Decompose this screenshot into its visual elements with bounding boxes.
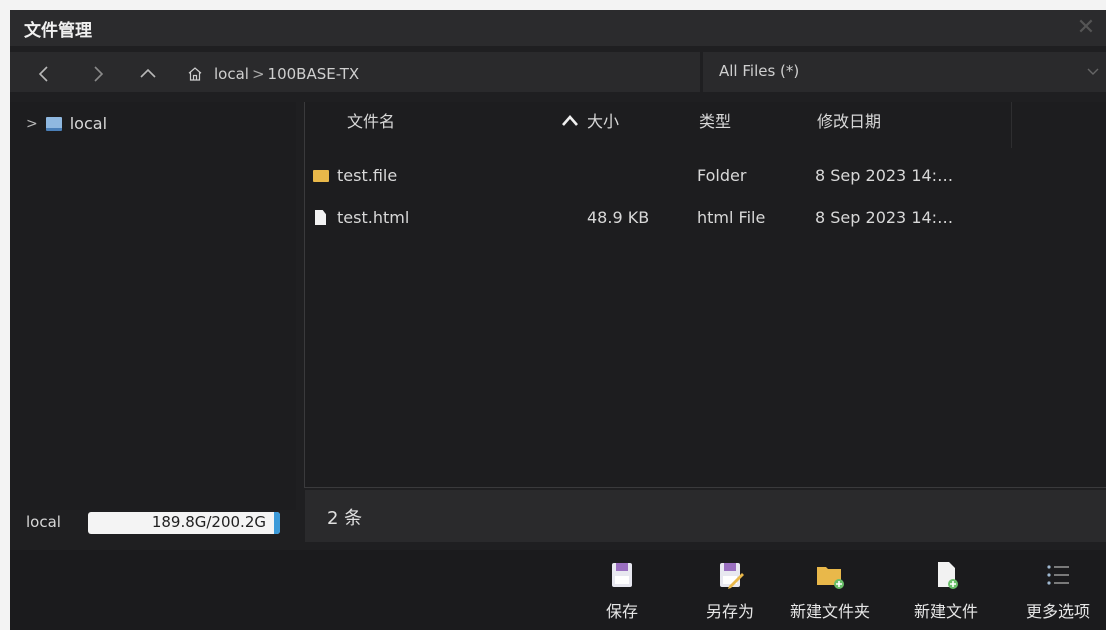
sidebar: > local — [10, 102, 296, 510]
file-modified: 8 Sep 2023 14:… — [815, 166, 954, 185]
window-title: 文件管理 — [24, 21, 92, 41]
sidebar-item-local[interactable]: > local — [26, 114, 107, 133]
home-icon[interactable] — [186, 65, 204, 83]
close-button[interactable]: ✕ — [1066, 10, 1106, 46]
breadcrumb-separator: > — [251, 65, 265, 83]
column-header-modified[interactable]: 修改日期 — [817, 108, 881, 132]
sidebar-item-label: local — [69, 114, 108, 133]
file-list: 文件名 大小 类型 修改日期 test.file Folder 8 Sep 20… — [304, 102, 1106, 488]
column-divider — [1011, 102, 1012, 148]
chevron-up-icon — [140, 68, 156, 78]
file-row[interactable]: test.html 48.9 KB html File 8 Sep 2023 1… — [305, 204, 1005, 232]
sort-ascending-icon — [562, 115, 578, 126]
drive-label: local — [26, 513, 61, 531]
column-header-type[interactable]: 类型 — [699, 108, 731, 132]
file-size: 48.9 KB — [587, 208, 650, 227]
file-type-filter[interactable]: All Files (*) — [703, 52, 1106, 92]
breadcrumb: local > 100BASE-TX — [186, 62, 359, 86]
file-name: test.html — [337, 208, 410, 227]
chevron-right-icon[interactable]: > — [26, 116, 38, 132]
filter-value: All Files (*) — [719, 62, 800, 80]
file-type: Folder — [697, 166, 747, 185]
title-bar: 文件管理 ✕ — [10, 10, 1106, 46]
new-file-icon — [938, 562, 958, 589]
status-bar: 2 条 — [305, 490, 1106, 542]
column-header-name[interactable]: 文件名 — [347, 108, 395, 132]
storage-indicator: local 189.8G/200.2G — [10, 510, 296, 538]
file-name: test.file — [337, 166, 398, 185]
floppy-disk-icon — [612, 563, 632, 587]
new-folder-button[interactable]: 新建文件夹 — [782, 560, 878, 630]
folder-icon — [313, 170, 329, 182]
file-manager-window: 文件管理 ✕ local > 100BASE-TX All Files (*) … — [10, 10, 1106, 630]
more-options-label: 更多选项 — [1025, 602, 1090, 621]
save-as-label: 另存为 — [705, 602, 754, 621]
save-button[interactable]: 保存 — [574, 560, 670, 630]
forward-button[interactable] — [86, 62, 110, 86]
path-bar: local > 100BASE-TX — [10, 52, 700, 92]
chevron-right-icon — [94, 66, 104, 82]
new-folder-label: 新建文件夹 — [789, 602, 870, 621]
navigation-bar: local > 100BASE-TX All Files (*) — [10, 50, 1106, 96]
list-icon — [1047, 565, 1069, 585]
chevron-left-icon — [38, 66, 48, 82]
back-button[interactable] — [32, 62, 56, 86]
column-header-size[interactable]: 大小 — [587, 108, 619, 132]
chevron-down-icon — [1087, 68, 1099, 75]
storage-meter: 189.8G/200.2G — [88, 512, 280, 534]
more-options-button[interactable]: 更多选项 — [1010, 560, 1106, 630]
file-modified: 8 Sep 2023 14:… — [815, 208, 954, 227]
item-count: 2 条 — [327, 508, 363, 529]
storage-fill — [274, 512, 280, 534]
bottom-toolbar: 保存 另存为 新建文件夹 新建文件 更多选项 — [10, 550, 1106, 630]
new-file-label: 新建文件 — [913, 602, 978, 621]
drive-icon — [45, 116, 62, 131]
save-as-button[interactable]: 另存为 — [682, 560, 778, 630]
save-label: 保存 — [605, 602, 638, 621]
new-folder-icon — [817, 567, 844, 589]
storage-usage: 189.8G/200.2G — [151, 513, 266, 531]
breadcrumb-item-local[interactable]: local — [214, 65, 249, 83]
up-button[interactable] — [136, 62, 160, 86]
file-row[interactable]: test.file Folder 8 Sep 2023 14:… — [305, 162, 1005, 190]
file-icon — [315, 210, 326, 225]
save-as-icon — [720, 563, 744, 589]
breadcrumb-item-current[interactable]: 100BASE-TX — [268, 65, 360, 83]
new-file-button[interactable]: 新建文件 — [898, 560, 994, 630]
file-type: html File — [697, 208, 766, 227]
